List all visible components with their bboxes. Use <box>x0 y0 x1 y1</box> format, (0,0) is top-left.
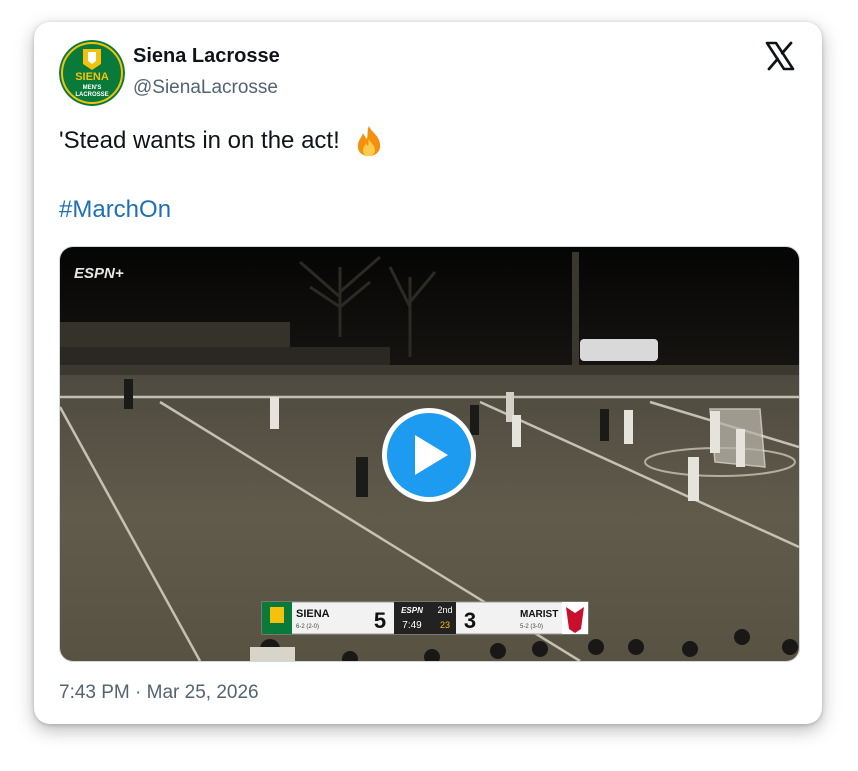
shot-clock: 23 <box>440 620 450 630</box>
tweet-timestamp[interactable]: 7:43 PM · Mar 25, 2026 <box>59 682 259 704</box>
tweet-card: SIENA MEN'S LACROSSE Siena Lacrosse @Sie… <box>34 22 822 724</box>
home-score: 5 <box>374 608 386 633</box>
away-team-name: MARIST <box>520 609 558 620</box>
avatar-text-top: SIENA <box>75 71 109 83</box>
game-period: 2nd <box>437 605 452 615</box>
scorebug: SIENA 6-2 (2-0) 5 ESPN 2nd 7:49 23 3 MAR… <box>261 601 589 635</box>
broadcaster-watermark: ESPN+ <box>74 265 124 282</box>
home-team-name: SIENA <box>296 608 330 620</box>
video-frame: ESPN+ SIENA 6-2 (2-0) 5 ESPN 2nd 7:49 23… <box>60 247 799 661</box>
scorebug-network: ESPN <box>401 606 423 615</box>
play-button[interactable] <box>382 408 476 502</box>
avatar-text-bottom: LACROSSE <box>75 92 108 98</box>
away-score: 3 <box>464 608 476 633</box>
home-team-record: 6-2 (2-0) <box>296 624 319 630</box>
video-player[interactable]: ESPN+ SIENA 6-2 (2-0) 5 ESPN 2nd 7:49 23… <box>59 246 800 662</box>
display-name[interactable]: Siena Lacrosse <box>133 45 280 68</box>
away-team-record: 5-2 (3-0) <box>520 624 543 630</box>
fire-emoji-icon <box>354 125 384 157</box>
tweet-text-line: 'Stead wants in on the act! <box>59 125 384 157</box>
hashtag-link[interactable]: #MarchOn <box>59 196 171 224</box>
avatar-text-mid: MEN'S <box>83 85 102 91</box>
siena-lacrosse-logo: SIENA MEN'S LACROSSE <box>59 40 125 106</box>
tweet-text: 'Stead wants in on the act! <box>59 127 340 154</box>
x-logo-icon[interactable] <box>764 40 796 72</box>
game-clock: 7:49 <box>402 620 422 631</box>
avatar[interactable]: SIENA MEN'S LACROSSE <box>59 40 125 106</box>
account-handle[interactable]: @SienaLacrosse <box>133 77 278 99</box>
